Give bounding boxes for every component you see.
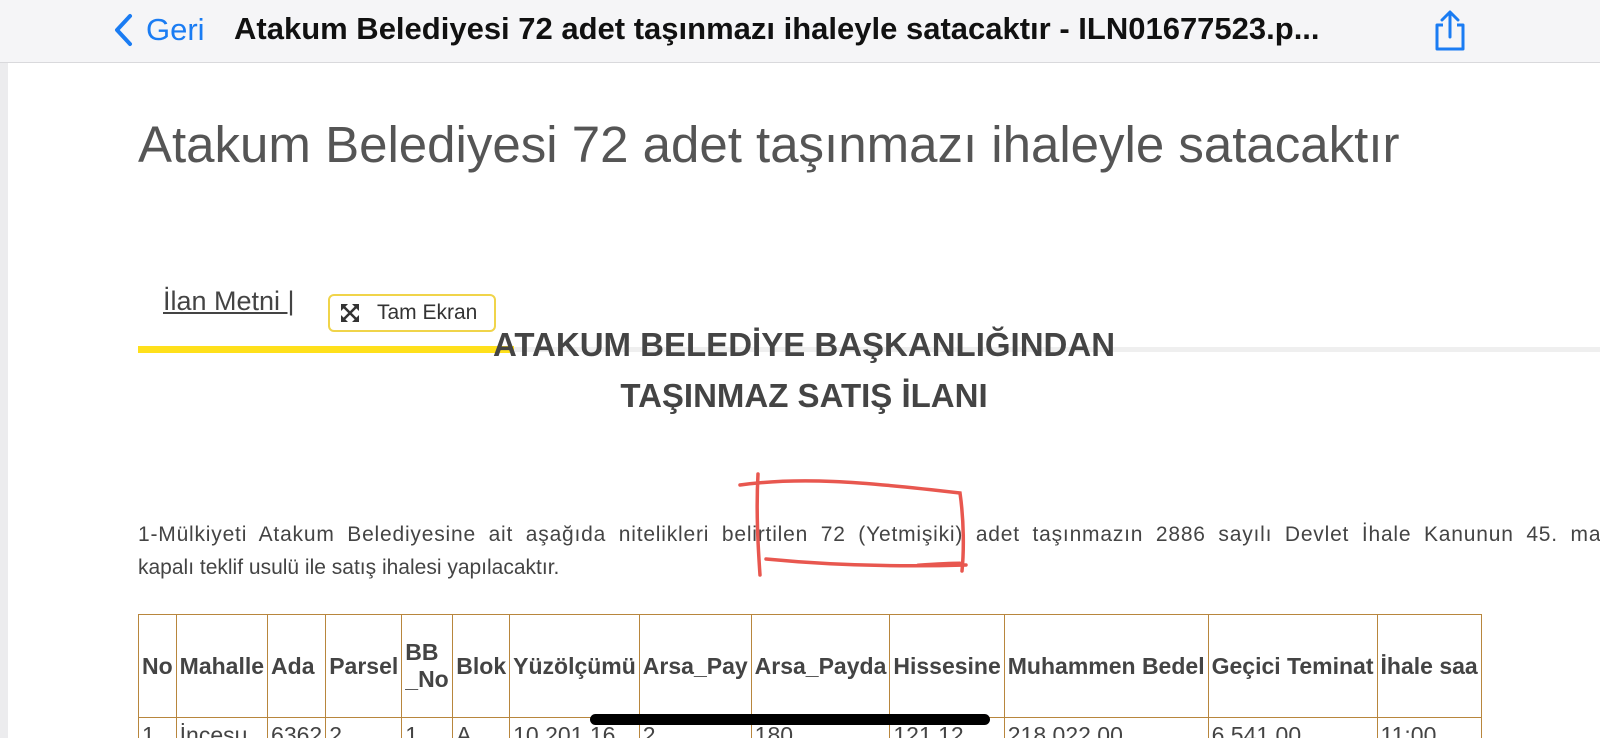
share-icon xyxy=(1435,10,1465,51)
share-button[interactable] xyxy=(1432,10,1468,52)
fullscreen-label: Tam Ekran xyxy=(377,301,478,324)
column-header: Yüzölçümü xyxy=(509,614,640,718)
notice-heading-line1: ATAKUM BELEDİYE BAŞKANLIĞINDAN xyxy=(492,326,1116,363)
expand-icon xyxy=(341,304,359,322)
back-label: Geri xyxy=(146,12,205,47)
notice-paragraph: 1-Mülkiyeti Atakum Belediyesine ait aşağ… xyxy=(138,518,1600,584)
table-cell: 2 xyxy=(325,717,403,738)
column-header: Arsa_Payda xyxy=(750,614,891,718)
tab-ilan-metni[interactable]: İlan Metni | xyxy=(163,286,295,317)
page-title: Atakum Belediyesi 72 adet taşınmazı ihal… xyxy=(138,116,1400,173)
column-header: BB_No xyxy=(401,614,454,718)
table-cell: 6362 xyxy=(267,717,327,738)
table-cell: 1 xyxy=(401,717,454,738)
column-header: Hissesine xyxy=(889,614,1005,718)
table-cell: 1 xyxy=(138,717,177,738)
column-header: Geçici Teminat xyxy=(1207,614,1378,718)
document-title: Atakum Belediyesi 72 adet taşınmazı ihal… xyxy=(234,11,1320,46)
column-header: İhale saa xyxy=(1376,614,1482,718)
table-header-row: No Mahalle Ada Parsel BB_No Blok Yüzölçü… xyxy=(138,614,1482,718)
back-button[interactable]: Geri xyxy=(112,10,205,50)
column-header-text: BB_No xyxy=(405,639,449,692)
table-cell: 6.541,00 xyxy=(1207,717,1378,738)
column-header: Blok xyxy=(452,614,511,718)
table-cell: 218.022,00 xyxy=(1003,717,1209,738)
column-header: No xyxy=(138,614,177,718)
paragraph-line: kapalı teklif usulü ile satış ihalesi ya… xyxy=(138,556,560,579)
navigation-bar: Geri Atakum Belediyesi 72 adet taşınmazı… xyxy=(0,0,1600,63)
notice-heading-line2: TAŞINMAZ SATIŞ İLANI xyxy=(620,377,988,414)
document-page[interactable]: Atakum Belediyesi 72 adet taşınmazı ihal… xyxy=(8,63,1600,738)
column-header: Ada xyxy=(267,614,327,718)
column-header: Arsa_Pay xyxy=(638,614,752,718)
home-indicator[interactable] xyxy=(590,714,990,725)
table-cell: A xyxy=(452,717,511,738)
column-header: Muhammen Bedel xyxy=(1003,614,1209,718)
column-header: Mahalle xyxy=(175,614,269,718)
table-cell: İncesu xyxy=(175,717,269,738)
chevron-left-icon xyxy=(115,14,132,46)
paragraph-line: 1-Mülkiyeti Atakum Belediyesine ait aşağ… xyxy=(138,523,1600,546)
table-cell: 11:00 xyxy=(1376,717,1482,738)
column-header: Parsel xyxy=(325,614,403,718)
